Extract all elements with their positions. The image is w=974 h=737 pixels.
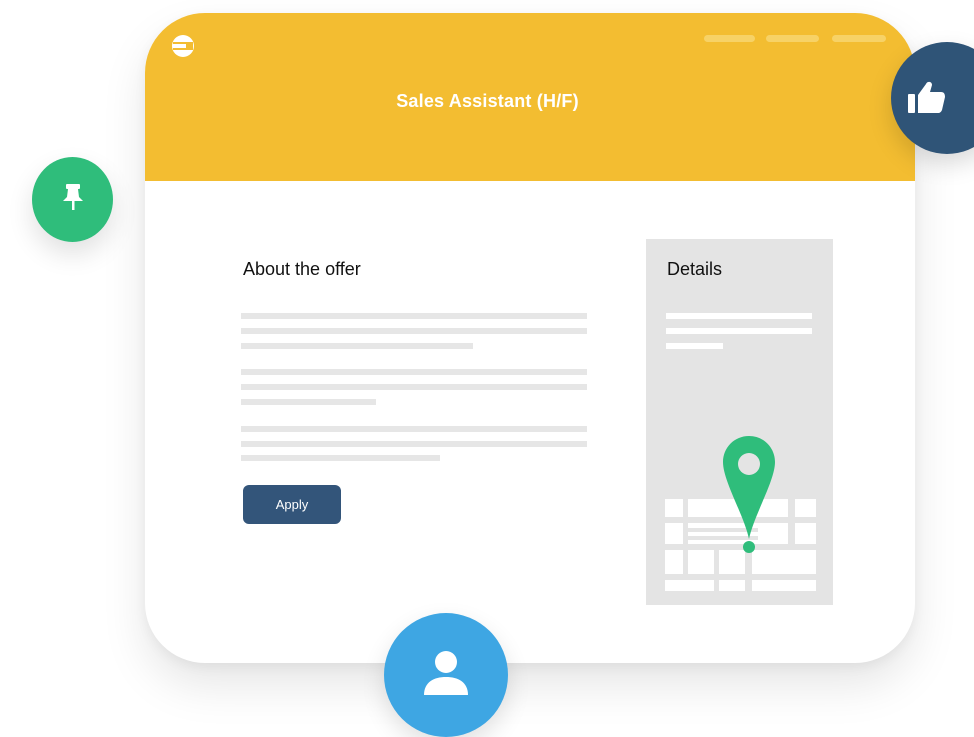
details-panel: Details [646,239,833,605]
page-title: Sales Assistant (H/F) [396,91,579,111]
thumbs-up-icon [907,79,947,120]
placeholder-text-line [241,369,587,375]
user-icon [421,647,471,702]
placeholder-text-line [241,313,587,319]
nav-placeholder-1[interactable] [704,35,755,42]
pushpin-icon [61,182,85,217]
placeholder-text-line [241,426,587,432]
placeholder-text-line [241,384,587,390]
job-offer-card: Sales Assistant (H/F) About the offer Ap… [145,13,915,663]
header-bar: Sales Assistant (H/F) [145,13,915,181]
pin-button[interactable] [32,157,113,242]
placeholder-text-line [241,455,440,461]
placeholder-text-line [241,328,587,334]
apply-button[interactable]: Apply [243,485,341,524]
placeholder-text-line [241,399,376,405]
nav-placeholder-3[interactable] [832,35,886,42]
menu-logo-icon[interactable] [171,34,195,58]
placeholder-text-line [241,441,587,447]
map-graphic [665,436,816,591]
placeholder-text-line [241,343,473,349]
nav-placeholder-2[interactable] [766,35,819,42]
about-offer-heading: About the offer [243,259,361,279]
user-profile-button[interactable] [384,613,508,737]
